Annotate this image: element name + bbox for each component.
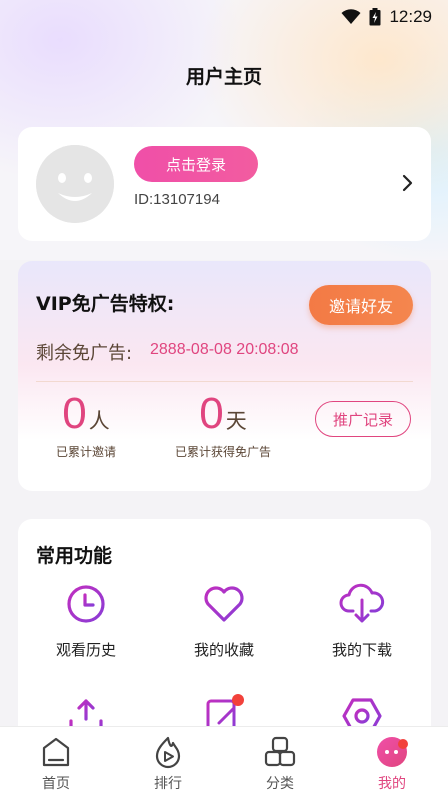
promotion-record-button[interactable]: 推广记录 bbox=[315, 401, 411, 437]
profile-card[interactable]: 点击登录 ID:13107194 bbox=[18, 127, 431, 241]
ad-free-days: 0 bbox=[199, 389, 224, 438]
category-icon bbox=[264, 736, 296, 767]
fire-play-icon bbox=[155, 736, 181, 769]
status-time: 12:29 bbox=[389, 7, 432, 26]
downloads-item[interactable]: 我的下载 bbox=[302, 583, 422, 660]
invite-count-stat: 0 人 已累计邀请 bbox=[54, 389, 118, 460]
ad-free-days-stat: 0 天 已累计获得免广告 bbox=[168, 389, 278, 460]
watch-history-label: 观看历史 bbox=[55, 641, 116, 659]
tab-mine[interactable]: 我的 bbox=[336, 727, 448, 800]
cloud-download-icon bbox=[339, 583, 385, 623]
tab-mine-label: 我的 bbox=[378, 776, 406, 792]
notification-dot bbox=[398, 739, 408, 749]
invite-count-label: 已累计邀请 bbox=[55, 445, 116, 459]
vip-card: VIP免广告特权: 邀请好友 剩余免广告: 2888-08-08 20:08:0… bbox=[18, 261, 431, 491]
tab-ranking-label: 排行 bbox=[154, 776, 182, 792]
ad-free-days-label: 已累计获得免广告 bbox=[174, 445, 271, 459]
chevron-right-icon[interactable] bbox=[401, 173, 415, 193]
favorites-item[interactable]: 我的收藏 bbox=[164, 583, 284, 660]
common-functions-card: 常用功能 观看历史 我的收藏 我的下载 bbox=[18, 519, 431, 759]
user-id: ID:13107194 bbox=[134, 191, 220, 208]
wifi-icon bbox=[341, 9, 361, 24]
tab-category-label: 分类 bbox=[266, 776, 294, 792]
avatar[interactable] bbox=[36, 145, 114, 223]
tab-home[interactable]: 首页 bbox=[0, 727, 112, 800]
tab-category[interactable]: 分类 bbox=[224, 727, 336, 800]
default-avatar-icon bbox=[36, 145, 114, 223]
tab-ranking[interactable]: 排行 bbox=[112, 727, 224, 800]
vip-title: VIP免广告特权: bbox=[36, 293, 175, 315]
heart-icon bbox=[204, 586, 244, 622]
divider bbox=[36, 381, 413, 382]
bottom-tab-bar: 首页 排行 分类 我的 bbox=[0, 726, 448, 800]
invite-friends-button[interactable]: 邀请好友 bbox=[309, 285, 413, 325]
favorites-label: 我的收藏 bbox=[193, 641, 254, 659]
home-icon bbox=[42, 737, 70, 767]
ad-free-days-unit: 天 bbox=[225, 409, 247, 433]
invite-count-unit: 人 bbox=[88, 409, 110, 433]
status-bar: 12:29 bbox=[0, 0, 448, 34]
clock-icon bbox=[67, 585, 105, 623]
watch-history-item[interactable]: 观看历史 bbox=[26, 583, 146, 660]
remaining-ad-free-label: 剩余免广告: bbox=[36, 343, 133, 364]
downloads-label: 我的下载 bbox=[331, 641, 392, 659]
login-button[interactable]: 点击登录 bbox=[134, 146, 258, 182]
page-title: 用户主页 bbox=[185, 66, 262, 88]
tab-home-label: 首页 bbox=[42, 776, 70, 792]
remaining-ad-free-value: 2888-08-08 20:08:08 bbox=[150, 341, 299, 358]
common-functions-title: 常用功能 bbox=[36, 545, 113, 567]
battery-icon bbox=[369, 8, 381, 26]
invite-count: 0 bbox=[62, 389, 87, 438]
